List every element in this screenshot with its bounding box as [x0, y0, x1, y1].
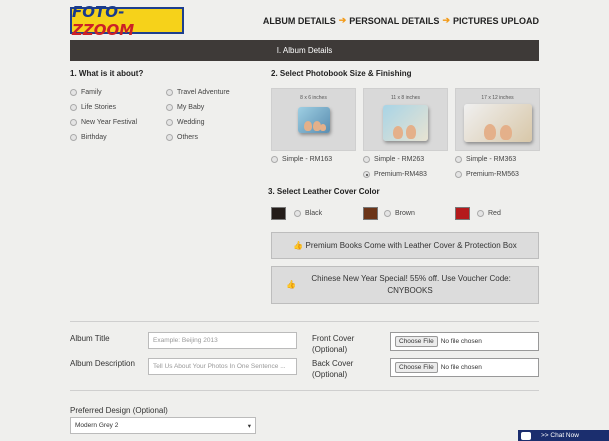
thumbs-up-icon: 👍: [293, 240, 304, 250]
size-label: 8 x 6 inches: [300, 95, 327, 101]
radio-icon[interactable]: [363, 156, 370, 163]
album-description-label: Album Description: [70, 359, 135, 368]
option-color-red[interactable]: Red: [477, 210, 501, 217]
brand-logo[interactable]: FOTO-ZZOOM: [70, 3, 184, 39]
chevron-down-icon: ▾: [247, 422, 251, 430]
size-label: 17 x 12 inches: [481, 95, 514, 101]
radio-icon[interactable]: [70, 89, 77, 96]
arrow-right-icon: ➔: [338, 15, 347, 25]
radio-icon[interactable]: [455, 156, 462, 163]
radio-icon[interactable]: [166, 89, 173, 96]
option-premium-rm563[interactable]: Premium-RM563: [455, 171, 519, 178]
front-cover-label: Front Cover (Optional): [312, 334, 355, 354]
photobook-thumbnail: [297, 107, 330, 133]
step-personal-details: PERSONAL DETAILS: [349, 15, 440, 26]
album-description-input[interactable]: Tell Us About Your Photos In One Sentenc…: [148, 358, 297, 375]
size-card-11x8[interactable]: 11 x 8 inches: [363, 88, 448, 151]
option-wedding[interactable]: Wedding: [166, 119, 205, 126]
question-3-heading: 3. Select Leather Cover Color: [268, 187, 380, 196]
radio-icon[interactable]: [70, 119, 77, 126]
choose-file-button[interactable]: Choose File: [395, 336, 438, 347]
divider: [70, 390, 539, 391]
radio-icon[interactable]: [455, 171, 462, 178]
option-color-black[interactable]: Black: [294, 210, 322, 217]
swatch-black[interactable]: [271, 207, 286, 220]
album-title-label: Album Title: [70, 334, 110, 343]
option-color-brown[interactable]: Brown: [384, 210, 415, 217]
radio-icon[interactable]: [294, 210, 301, 217]
radio-icon[interactable]: [271, 156, 278, 163]
choose-file-button[interactable]: Choose File: [395, 362, 438, 373]
swatch-brown[interactable]: [363, 207, 378, 220]
promo-cny-voucher: 👍 Chinese New Year Special! 55% off. Use…: [271, 266, 539, 304]
size-card-8x6[interactable]: 8 x 6 inches: [271, 88, 356, 151]
section-title-bar: I. Album Details: [70, 40, 539, 61]
option-new-year-festival[interactable]: New Year Festival: [70, 119, 137, 126]
option-premium-rm483[interactable]: Premium-RM483: [363, 171, 427, 178]
step-pictures-upload: PICTURES UPLOAD: [452, 15, 539, 26]
front-cover-file-input[interactable]: Choose File No file chosen: [390, 332, 539, 351]
radio-icon[interactable]: [384, 210, 391, 217]
option-simple-rm163[interactable]: Simple - RM163: [271, 156, 332, 163]
swatch-red[interactable]: [455, 207, 470, 220]
radio-icon[interactable]: [477, 210, 484, 217]
photobook-thumbnail: [383, 105, 428, 141]
radio-selected-icon[interactable]: [363, 171, 370, 178]
back-cover-file-input[interactable]: Choose File No file chosen: [390, 358, 539, 377]
option-family[interactable]: Family: [70, 89, 102, 96]
question-2-heading: 2. Select Photobook Size & Finishing: [271, 69, 412, 78]
file-status: No file chosen: [440, 338, 482, 345]
chat-now-button[interactable]: >> Chat Now: [518, 430, 609, 441]
option-life-stories[interactable]: Life Stories: [70, 104, 116, 111]
photobook-thumbnail: [463, 104, 532, 142]
progress-steps: ALBUM DETAILS ➔ PERSONAL DETAILS ➔ PICTU…: [263, 15, 539, 26]
radio-icon[interactable]: [70, 134, 77, 141]
promo-leather-cover: 👍 Premium Books Come with Leather Cover …: [271, 232, 539, 259]
radio-icon[interactable]: [166, 134, 173, 141]
option-my-baby[interactable]: My Baby: [166, 104, 204, 111]
thumbs-up-icon: 👍: [286, 280, 296, 289]
question-1-heading: 1. What is it about?: [70, 69, 144, 78]
size-label: 11 x 8 inches: [390, 95, 421, 101]
option-others[interactable]: Others: [166, 134, 198, 141]
option-simple-rm363[interactable]: Simple - RM363: [455, 156, 516, 163]
radio-icon[interactable]: [166, 104, 173, 111]
option-travel-adventure[interactable]: Travel Adventure: [166, 89, 230, 96]
radio-icon[interactable]: [70, 104, 77, 111]
chat-bubble-icon: [521, 431, 531, 440]
divider: [70, 321, 539, 322]
file-status: No file chosen: [440, 364, 482, 371]
preferred-design-label: Preferred Design (Optional): [70, 406, 168, 415]
size-card-17x12[interactable]: 17 x 12 inches: [455, 88, 540, 151]
album-title-input[interactable]: Example: Beijing 2013: [148, 332, 297, 349]
arrow-right-icon: ➔: [442, 15, 450, 25]
option-birthday[interactable]: Birthday: [70, 134, 107, 141]
step-album-details: ALBUM DETAILS: [262, 15, 336, 26]
radio-icon[interactable]: [166, 119, 173, 126]
option-simple-rm263[interactable]: Simple - RM263: [363, 156, 424, 163]
back-cover-label: Back Cover (Optional): [312, 359, 354, 379]
preferred-design-select[interactable]: Modern Grey 2 ▾: [70, 417, 256, 434]
